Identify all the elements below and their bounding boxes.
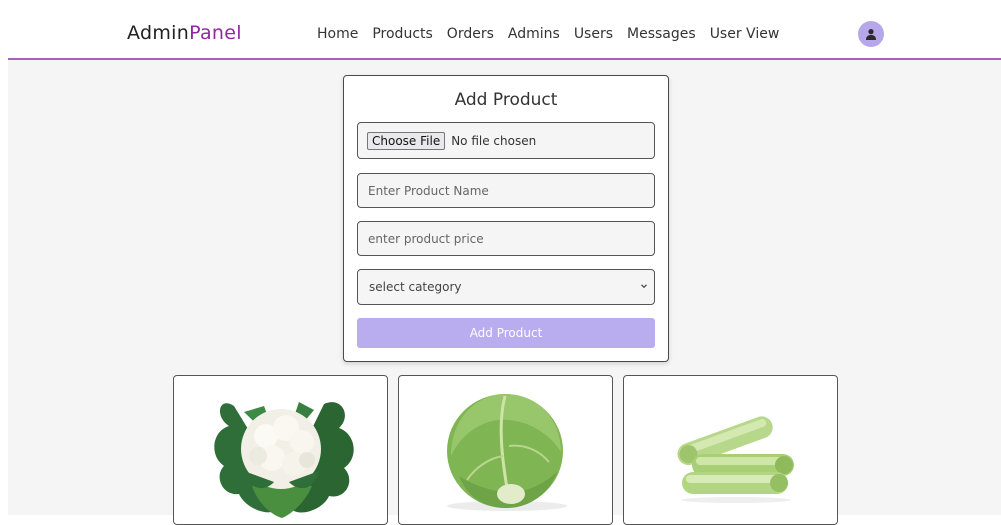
user-icon	[866, 29, 876, 40]
nav-home[interactable]: Home	[317, 26, 358, 42]
logo[interactable]: AdminPanel	[127, 22, 242, 44]
chevron-down-icon	[641, 284, 647, 289]
form-title: Add Product	[454, 90, 558, 110]
add-product-form: Add Product Choose File No file chosen E…	[343, 75, 669, 362]
left-edge	[0, 0, 8, 515]
product-price-placeholder: enter product price	[368, 231, 484, 246]
add-product-button[interactable]: Add Product	[357, 318, 655, 348]
product-card[interactable]	[398, 375, 613, 525]
nav-admins[interactable]: Admins	[508, 26, 560, 42]
user-avatar-button[interactable]	[858, 21, 884, 47]
file-input[interactable]: Choose File No file chosen	[357, 122, 655, 159]
logo-panel-text: Panel	[189, 22, 242, 44]
nav-messages[interactable]: Messages	[627, 26, 696, 42]
nav-users[interactable]: Users	[574, 26, 613, 42]
product-card[interactable]	[173, 375, 388, 525]
main-nav: Home Products Orders Admins Users Messag…	[317, 26, 793, 42]
nav-products[interactable]: Products	[372, 26, 432, 42]
nav-orders[interactable]: Orders	[447, 26, 494, 42]
cauliflower-image	[214, 402, 354, 518]
choose-file-button[interactable]: Choose File	[367, 131, 446, 150]
cabbage-image	[447, 394, 567, 511]
product-name-input[interactable]: Enter Product Name	[357, 173, 655, 208]
cucumber-image	[677, 416, 794, 503]
product-price-input[interactable]: enter product price	[357, 221, 655, 256]
product-name-placeholder: Enter Product Name	[368, 183, 489, 198]
category-selected-value: select category	[369, 280, 462, 294]
top-navbar: AdminPanel Home Products Orders Admins U…	[8, 0, 1001, 60]
product-card[interactable]	[623, 375, 838, 525]
nav-user-view[interactable]: User View	[710, 26, 780, 42]
category-select[interactable]: select category	[357, 269, 655, 305]
logo-admin-text: Admin	[127, 22, 190, 44]
file-status-text: No file chosen	[451, 133, 537, 148]
